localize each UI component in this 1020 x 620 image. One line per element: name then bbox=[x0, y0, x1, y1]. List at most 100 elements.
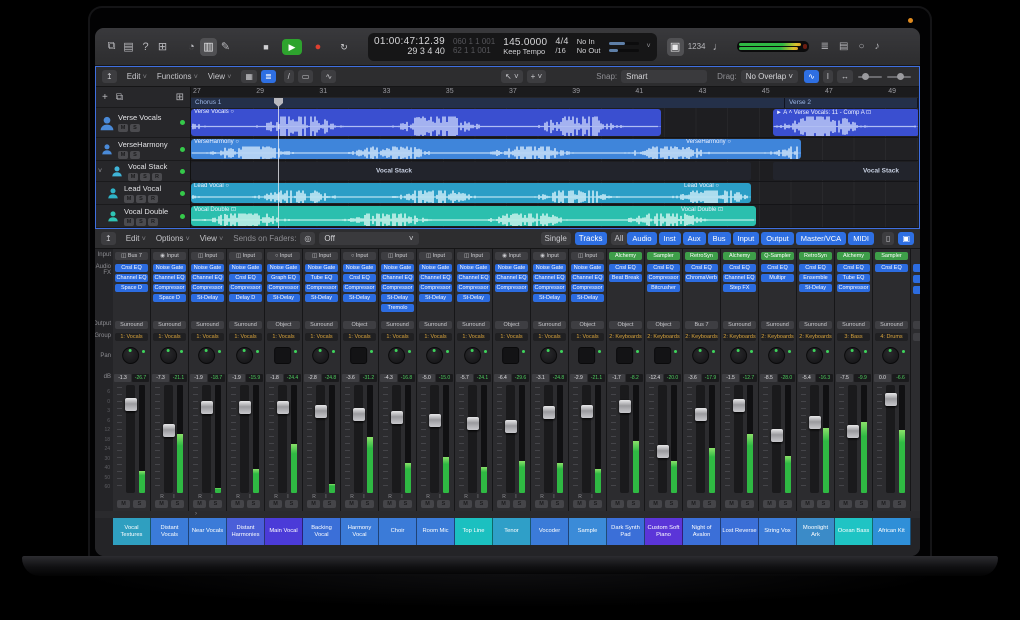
mixer-icon[interactable]: ▥ bbox=[200, 38, 217, 56]
fx-slot-cnsleq[interactable]: Cnsl EQ bbox=[229, 274, 262, 282]
instrument-slot[interactable]: Sampler bbox=[875, 252, 908, 260]
fx-slot-tubeeq[interactable]: Tube EQ bbox=[837, 274, 870, 282]
fx-slot-stdelay[interactable]: St-Delay bbox=[571, 294, 604, 302]
track-header-vocal-double[interactable]: Vocal DoubleMSR bbox=[96, 205, 190, 228]
input-slot[interactable]: ◫ Input bbox=[457, 252, 490, 260]
fx-slot-channeleq[interactable]: Channel EQ bbox=[723, 274, 756, 282]
count-in-icon[interactable]: 1234 bbox=[684, 42, 710, 51]
input-slot[interactable]: ◫ Bus 7 bbox=[115, 252, 148, 260]
instrument-slot[interactable]: Alchemy bbox=[609, 252, 642, 260]
strip-name-distant-vocals[interactable]: Distant Vocals bbox=[151, 518, 189, 545]
object-pan-pad[interactable] bbox=[654, 347, 671, 364]
fx-slot-noisegate[interactable]: Noise Gate bbox=[381, 264, 414, 272]
strip-name-vocoder[interactable]: Vocoder bbox=[531, 518, 569, 545]
drag-select[interactable]: No Overlap ˅ bbox=[741, 70, 798, 83]
instrument-slot[interactable]: RetroSyn bbox=[799, 252, 832, 260]
fader-cap[interactable] bbox=[809, 416, 821, 429]
fx-slot-noisegate[interactable]: Noise Gate bbox=[305, 264, 338, 272]
fader-track[interactable] bbox=[430, 385, 439, 493]
fx-slot-noisegate[interactable]: Noise Gate bbox=[495, 264, 528, 272]
fx-slot-cnsleq[interactable]: Cnsl EQ bbox=[685, 264, 718, 272]
group-slot[interactable]: 2: Keyboards bbox=[609, 333, 642, 341]
mute-button[interactable]: M bbox=[231, 500, 244, 508]
fx-slot-stdelay[interactable]: St-Delay bbox=[533, 294, 566, 302]
channel-strip-vocoder[interactable]: ◉ InputNoise GateChannel EQCompressorSt-… bbox=[531, 249, 569, 511]
output-slot[interactable]: Surround bbox=[153, 321, 186, 329]
solo-button[interactable]: S bbox=[779, 500, 792, 508]
input-slot[interactable]: ◉ Input bbox=[533, 252, 566, 260]
fader-cap[interactable] bbox=[163, 424, 175, 437]
strip-name-tenor[interactable]: Tenor bbox=[493, 518, 531, 545]
pan-knob[interactable] bbox=[692, 347, 709, 364]
region-verseharmony[interactable]: VerseHarmony ○VerseHarmony ○ bbox=[191, 139, 801, 159]
fx-slot-compressor[interactable]: Compressor bbox=[495, 284, 528, 292]
fader-track[interactable] bbox=[316, 385, 325, 493]
group-slot[interactable]: 1: Vocals bbox=[533, 333, 566, 341]
list-view-icon[interactable]: ≣ bbox=[261, 70, 276, 83]
duplicate-track-button[interactable]: ⧉ bbox=[116, 92, 123, 103]
s-button[interactable]: S bbox=[130, 151, 140, 159]
solo-button[interactable]: S bbox=[323, 500, 336, 508]
snap-select[interactable]: Smart bbox=[621, 70, 707, 83]
strip-name-custom-soft-piano[interactable]: Custom Soft Piano bbox=[645, 518, 683, 545]
r-button[interactable]: R bbox=[148, 195, 158, 203]
flex-icon[interactable]: ∿ bbox=[321, 70, 336, 83]
fader-track[interactable] bbox=[810, 385, 819, 493]
sends-mode-select[interactable]: Off˅ bbox=[319, 232, 418, 245]
fx-slot-noisegate[interactable]: Noise Gate bbox=[457, 264, 490, 272]
filter-audio[interactable]: Audio bbox=[627, 232, 656, 245]
horizontal-zoom-slider[interactable] bbox=[887, 76, 911, 78]
mute-button[interactable]: M bbox=[193, 500, 206, 508]
fader-track[interactable] bbox=[620, 385, 629, 493]
solo-button[interactable]: S bbox=[627, 500, 640, 508]
fx-slot-noisegate[interactable]: Noise Gate bbox=[267, 264, 300, 272]
pan-knob[interactable] bbox=[198, 347, 215, 364]
solo-button[interactable]: S bbox=[665, 500, 678, 508]
pan-control[interactable] bbox=[227, 345, 264, 371]
m-button[interactable]: M bbox=[124, 195, 134, 203]
pan-knob[interactable] bbox=[844, 347, 861, 364]
cycle-button[interactable]: ↻ bbox=[334, 39, 354, 55]
strip-name-string-vox[interactable]: String Vox bbox=[759, 518, 797, 545]
group-slot[interactable]: 1: Vocals bbox=[229, 333, 262, 341]
m-button[interactable]: M bbox=[128, 173, 138, 181]
fx-slot-channeleq[interactable]: Channel EQ bbox=[419, 274, 452, 282]
fader-track[interactable] bbox=[126, 385, 135, 493]
fx-slot-compressor[interactable]: Compressor bbox=[229, 284, 262, 292]
output-slot[interactable]: Surround bbox=[457, 321, 490, 329]
input-slot[interactable]: ◫ Input bbox=[381, 252, 414, 260]
output-slot[interactable]: Surround bbox=[229, 321, 262, 329]
mute-button[interactable]: M bbox=[383, 500, 396, 508]
strip-hide-row[interactable]: › bbox=[95, 511, 920, 518]
fx-slot-stdelay[interactable]: St-Delay bbox=[419, 294, 452, 302]
output-slot[interactable]: Surround bbox=[723, 321, 756, 329]
strip-name-choir[interactable]: Choir bbox=[379, 518, 417, 545]
strip-name-near-vocals[interactable]: Near Vocals bbox=[189, 518, 227, 545]
fx-slot-tremolo[interactable]: Tremolo bbox=[381, 304, 414, 312]
fx-slot-channeleq[interactable]: Channel EQ bbox=[457, 274, 490, 282]
fx-slot-tubeeq[interactable]: Tube EQ bbox=[305, 274, 338, 282]
tracks-menu-view[interactable]: View ˅ bbox=[208, 72, 232, 81]
channel-strip-ocean-bass[interactable]: AlchemyCnsl EQTube EQCompressorSurround3… bbox=[835, 249, 873, 511]
input-slot[interactable]: ◫ Input bbox=[229, 252, 262, 260]
horizontal-zoom-icon[interactable]: ↔ bbox=[837, 70, 853, 83]
pan-control[interactable] bbox=[569, 345, 606, 371]
channel-strip-tenor[interactable]: ◉ InputNoise GateChannel EQCompressorObj… bbox=[493, 249, 531, 511]
input-slot[interactable]: ○ Input bbox=[267, 252, 300, 260]
fx-slot-compressor[interactable]: Compressor bbox=[191, 284, 224, 292]
editors-icon[interactable]: ✎ bbox=[217, 40, 234, 53]
fx-slot-compressor[interactable]: Compressor bbox=[419, 284, 452, 292]
pan-control[interactable] bbox=[607, 345, 644, 371]
solo-button[interactable]: S bbox=[399, 500, 412, 508]
mute-button[interactable]: M bbox=[611, 500, 624, 508]
region-verse-vocals-11-comp-a[interactable]: ► A ˄ Verse Vocals: 11 - Comp A ⊡ bbox=[773, 109, 918, 136]
track-header-options-button[interactable]: ⊞ bbox=[176, 92, 184, 103]
output-slot[interactable]: Surround bbox=[419, 321, 452, 329]
channel-strip-harmony-vocal[interactable]: ○ InputNoise GateCnsl EQCompressorSt-Del… bbox=[341, 249, 379, 511]
group-slot[interactable]: 2: Keyboards bbox=[761, 333, 794, 341]
fx-slot-stdelay[interactable]: St-Delay bbox=[267, 294, 300, 302]
output-slot[interactable]: Surround bbox=[381, 321, 414, 329]
fader-cap[interactable] bbox=[543, 406, 555, 419]
group-slot[interactable]: 2: Keyboards bbox=[723, 333, 756, 341]
pan-control[interactable] bbox=[873, 345, 910, 371]
